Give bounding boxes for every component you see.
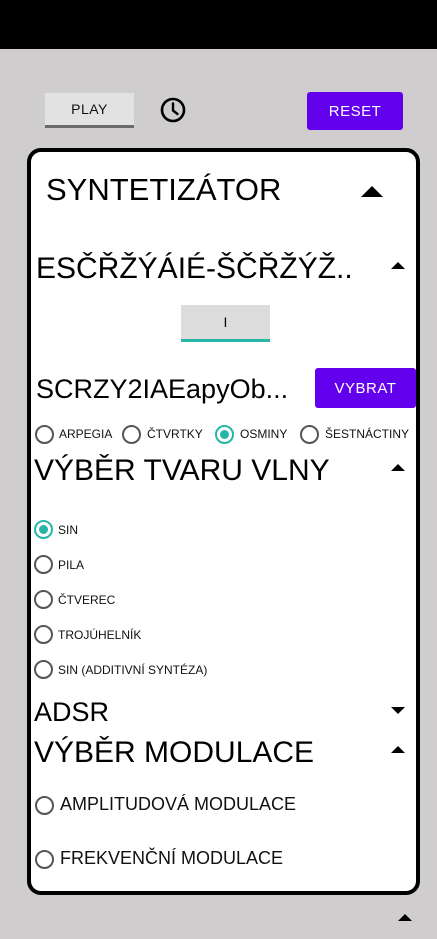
i-button[interactable]: I xyxy=(181,305,270,342)
radio-wave-sin-additive[interactable] xyxy=(34,660,53,679)
synth-title: SYNTETIZÁTOR xyxy=(46,172,282,207)
status-bar xyxy=(0,0,437,49)
radio-ctvrtky[interactable] xyxy=(122,425,141,444)
radio-label-mod-amplitude: AMPLITUDOVÁ MODULACE xyxy=(60,794,297,814)
radio-label-wave-sin-additive: SIN (ADDITIVNÍ SYNTÉZA) xyxy=(58,663,208,677)
radio-wave-ctverec[interactable] xyxy=(34,590,53,609)
radio-wave-trojuhelnik[interactable] xyxy=(34,625,53,644)
radio-mod-amplitude[interactable] xyxy=(35,796,54,815)
radio-wave-pila[interactable] xyxy=(34,555,53,574)
preset-title: ESČŘŽÝÁIÉ-ŠČŘŽÝŽ.. xyxy=(36,252,353,285)
radio-label-ctvrtky: ČTVRTKY xyxy=(147,427,203,441)
radio-label-osminy: OSMINY xyxy=(240,427,288,441)
play-button[interactable]: PLAY xyxy=(45,93,134,128)
collapse-synth-icon[interactable] xyxy=(361,186,383,197)
radio-label-wave-pila: PILA xyxy=(58,558,85,572)
collapse-bottom-icon[interactable] xyxy=(398,914,412,921)
radio-label-arpegia: ARPEGIA xyxy=(59,427,113,441)
reset-button[interactable]: RESET xyxy=(307,92,403,130)
radio-sestnactiny[interactable] xyxy=(300,425,319,444)
radio-label-wave-sin: SIN xyxy=(58,523,79,537)
radio-arpegia[interactable] xyxy=(35,425,54,444)
radio-label-mod-frequency: FREKVENČNÍ MODULACE xyxy=(60,848,284,868)
sample-title: SCRZY2IAEapyOb... xyxy=(36,374,289,404)
vybrat-button[interactable]: VYBRAT xyxy=(315,368,416,408)
modulation-title: VÝBĚR MODULACE xyxy=(34,736,315,769)
radio-mod-frequency[interactable] xyxy=(35,850,54,869)
radio-label-wave-trojuhelnik: TROJÚHELNÍK xyxy=(58,628,142,642)
radio-wave-sin[interactable] xyxy=(34,520,53,539)
collapse-wave-icon[interactable] xyxy=(391,464,405,471)
wave-title: VÝBĚR TVARU VLNY xyxy=(34,454,330,487)
radio-label-wave-ctverec: ČTVEREC xyxy=(58,593,116,607)
expand-adsr-icon[interactable] xyxy=(391,707,405,714)
radio-label-sestnactiny: ŠESTNÁCTINY xyxy=(325,427,410,441)
adsr-title: ADSR xyxy=(34,697,110,727)
clock-icon[interactable] xyxy=(159,96,187,124)
collapse-preset-icon[interactable] xyxy=(391,262,405,269)
synth-card: SYNTETIZÁTOR ESČŘŽÝÁIÉ-ŠČŘŽÝŽ.. I SCRZY2… xyxy=(27,148,420,895)
collapse-modulation-icon[interactable] xyxy=(391,746,405,753)
radio-osminy[interactable] xyxy=(215,425,234,444)
